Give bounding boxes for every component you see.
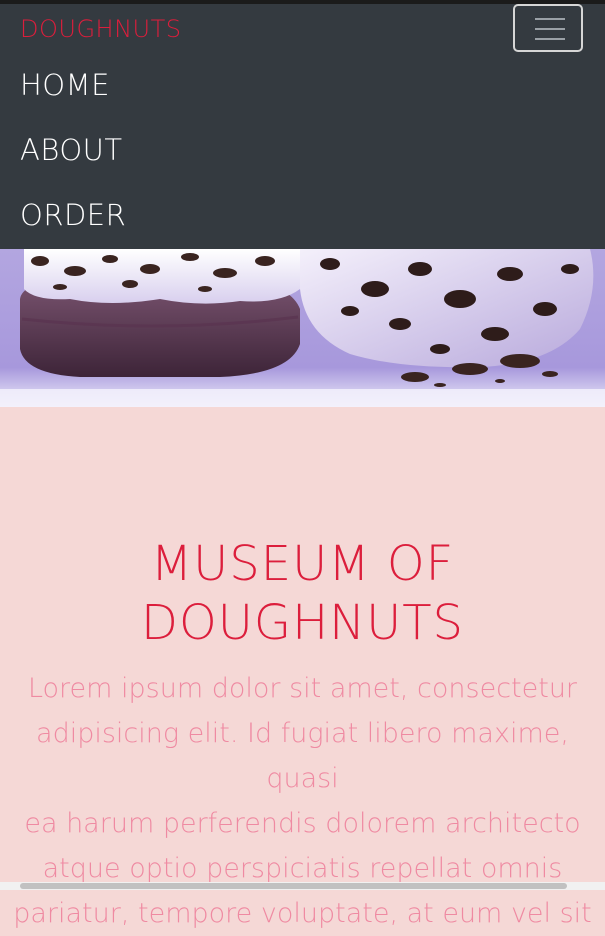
lead-line: atque optio perspiciatis repellat omnis (42, 853, 563, 884)
lead-line: ea harum perferendis dolorem architecto (24, 808, 581, 839)
nav-link-about[interactable]: ABOUT (20, 133, 123, 167)
lead-line: adipisicing elit. Id fugiat libero maxim… (36, 718, 569, 794)
hero-image (0, 249, 605, 407)
lead-line: Lorem ipsum dolor sit amet, consectetur (27, 673, 578, 704)
scrollbar-thumb[interactable] (20, 883, 567, 889)
navbar-toggler-button[interactable] (513, 4, 583, 52)
nav-link-home[interactable]: HOME (20, 68, 110, 102)
nav-link-order[interactable]: ORDER (20, 198, 126, 232)
navbar: DOUGHNUTS HOME ABOUT ORDER (0, 4, 605, 249)
navbar-brand-link[interactable]: DOUGHNUTS (20, 15, 182, 43)
title-line: DOUGHNUTS (141, 595, 464, 651)
hero-content: MUSEUM OF DOUGHNUTS Lorem ipsum dolor si… (0, 407, 605, 929)
lead-paragraph: Lorem ipsum dolor sit amet, consectetur … (12, 666, 593, 936)
doughnuts-photo (0, 249, 605, 407)
lead-line: pariatur, tempore voluptate, at eum vel … (13, 898, 592, 929)
horizontal-scrollbar[interactable] (0, 882, 605, 890)
page-title: MUSEUM OF DOUGHNUTS (0, 535, 605, 653)
title-line: MUSEUM OF (150, 536, 455, 592)
